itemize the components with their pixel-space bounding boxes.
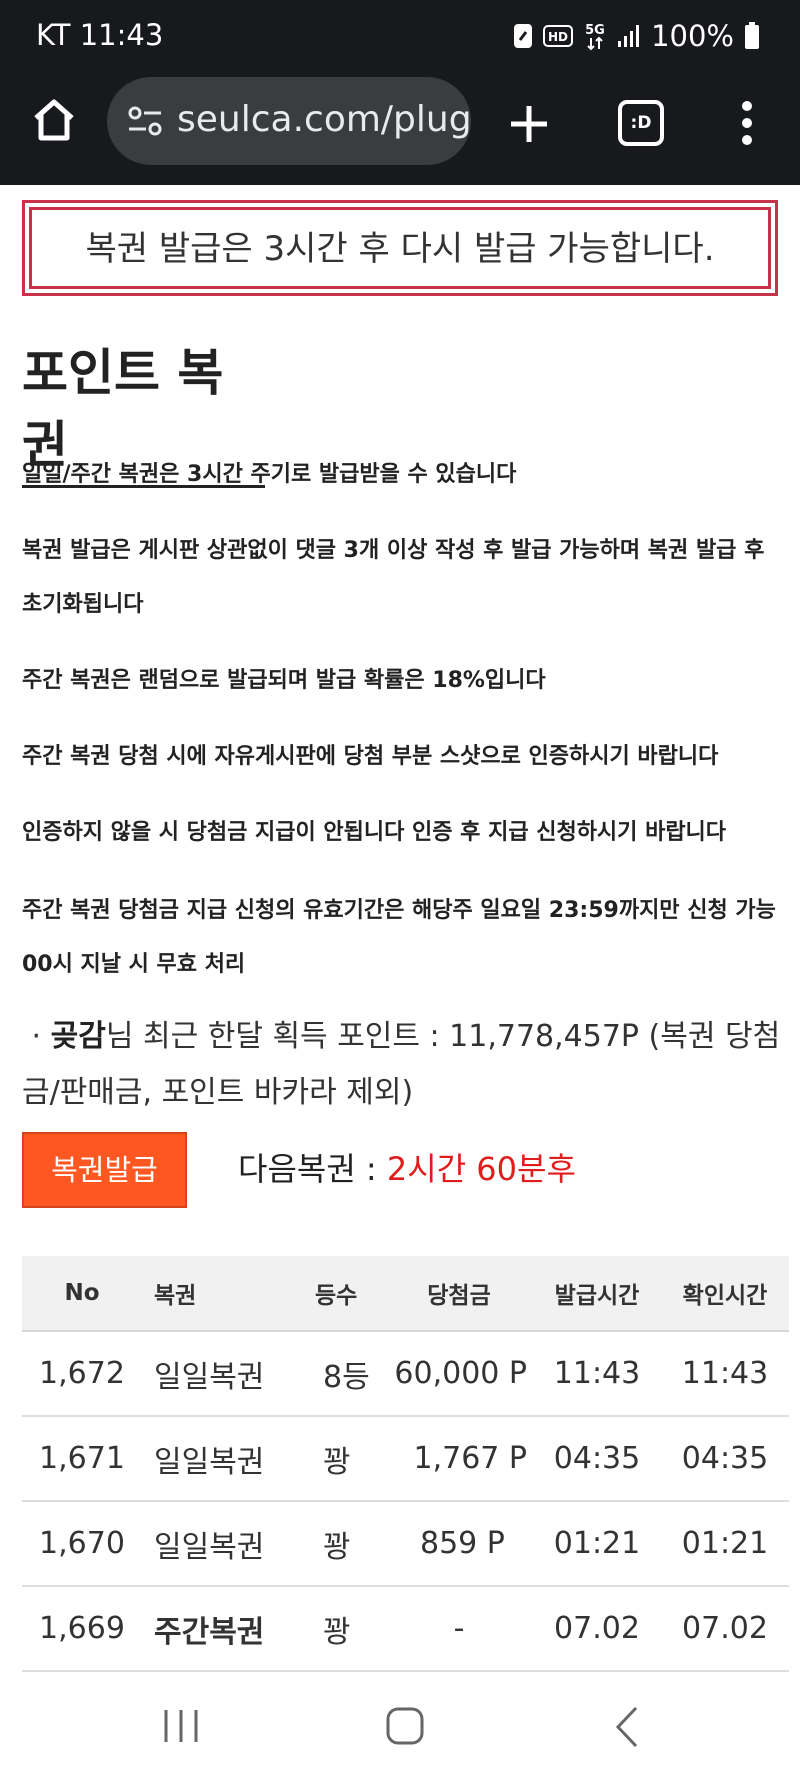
cell-no: 1,670 [22,1501,142,1587]
col-header-checked: 확인시간 [661,1256,789,1332]
col-header-lottery: 복권 [142,1256,297,1332]
cell-prize: 60,000 P [390,1331,533,1417]
lottery-history-table: No 복권 등수 당첨금 발급시간 확인시간 1,672 일일복권 8등 60,… [22,1256,789,1672]
rule-text: 주간 복권 당첨 시에 자유게시판에 당첨 부분 스샷으로 인증하시기 바랍니다 [22,744,719,769]
svg-text:5G: 5G [585,23,605,38]
user-name: 곶감 [50,1019,106,1054]
browser-toolbar: seulca.com/plug :D [0,72,800,185]
cell-checked: 11:43 [661,1331,789,1417]
cell-lottery: 일일복권 [142,1331,297,1417]
home-nav-icon[interactable] [385,1706,425,1746]
status-bar: KT 11:43 HD 5G 100% [0,0,800,72]
cell-no: 1,671 [22,1416,142,1502]
notice-box: 복권 발급은 3시간 후 다시 발급 가능합니다. [22,200,778,296]
cell-prize: 859 P [390,1501,533,1587]
cell-checked: 04:35 [661,1416,789,1502]
col-header-rank: 등수 [297,1256,390,1332]
cell-checked: 01:21 [661,1501,789,1587]
cell-lottery: 일일복권 [142,1416,297,1502]
cell-issued: 04:35 [533,1416,661,1502]
next-lottery-time: 2시간 60분후 [386,1150,576,1188]
back-icon[interactable] [612,1705,642,1749]
col-header-prize: 당첨금 [390,1256,533,1332]
cell-prize: - [390,1586,533,1672]
home-icon[interactable] [30,96,78,144]
address-bar[interactable]: seulca.com/plug [107,77,471,165]
recent-apps-icon[interactable] [162,1708,200,1744]
issue-lottery-button[interactable]: 복권발급 [22,1132,187,1208]
rule-text: 인증하지 않을 시 당첨금 지급이 안됩니다 인증 후 지급 신청하시기 바랍니… [22,820,727,845]
battery-percent: 100% [651,19,734,53]
cell-checked: 07.02 [661,1586,789,1672]
table-row: 1,670 일일복권 꽝 859 P 01:21 01:21 [22,1501,789,1587]
site-settings-icon[interactable] [125,101,165,141]
new-tab-icon[interactable] [505,100,553,148]
cell-rank: 8등 [297,1331,390,1417]
cell-rank: 꽝 [297,1416,390,1502]
cell-prize: 1,767 P [390,1416,533,1502]
status-icons: HD 5G 100% [513,16,760,56]
table-header-row: No 복권 등수 당첨금 발급시간 확인시간 [22,1256,789,1332]
col-header-issued: 발급시간 [533,1256,661,1332]
table-row: 1,672 일일복권 8등 60,000 P 11:43 11:43 [22,1331,789,1417]
system-nav-bar [0,1678,800,1778]
notice-text: 복권 발급은 3시간 후 다시 발급 가능합니다. [29,207,771,289]
rule-text: 주간 복권은 랜덤으로 발급되며 발급 확률은 18%입니다 [22,668,546,693]
rule-text: 복권 발급은 게시판 상관없이 댓글 3개 이상 작성 후 발급 가능하며 복권… [22,538,765,617]
5g-icon: 5G [585,23,605,51]
tab-switcher-button[interactable]: :D [618,100,664,146]
table-row: 1,669 주간복권 꽝 - 07.02 07.02 [22,1586,789,1672]
cell-lottery: 주간복권 [142,1586,297,1672]
cell-rank: 꽝 [297,1586,390,1672]
signal-icon [618,25,640,47]
more-menu-icon[interactable] [730,98,764,148]
hd-voice-icon: HD [543,25,574,47]
points-summary: · 곶감님 최근 한달 획득 포인트 : 11,778,457P (복권 당첨금… [22,1009,782,1121]
rule-text: 주간 복권 당첨금 지급 신청의 유효기간은 해당주 일요일 23:59까지만 … [22,898,776,977]
cell-lottery: 일일복권 [142,1501,297,1587]
cell-issued: 01:21 [533,1501,661,1587]
table-row: 1,671 일일복권 꽝 1,767 P 04:35 04:35 [22,1416,789,1502]
cell-no: 1,672 [22,1331,142,1417]
cell-issued: 07.02 [533,1586,661,1672]
browser-chrome: KT 11:43 HD 5G 100% seulca.com/plug :D [0,0,800,185]
next-lottery: 다음복권 : 2시간 60분후 [238,1144,576,1190]
battery-icon [745,22,759,49]
svg-text:HD: HD [548,30,568,44]
bullet: · [31,1019,42,1054]
cell-rank: 꽝 [297,1501,390,1587]
url-text: seulca.com/plug [177,99,471,140]
status-time: KT 11:43 [36,18,164,52]
cell-no: 1,669 [22,1586,142,1672]
next-lottery-label: 다음복권 : [238,1150,387,1188]
col-header-no: No [22,1256,142,1332]
rule-text: 일일/주간 복권은 3시간 주기로 발급받을 수 있습니다 [22,462,517,487]
cell-issued: 11:43 [533,1331,661,1417]
points-text: 님 최근 한달 획득 포인트 : 11,778,457P (복권 당첨금/판매금… [22,1019,781,1110]
app-notification-icon [514,24,533,48]
